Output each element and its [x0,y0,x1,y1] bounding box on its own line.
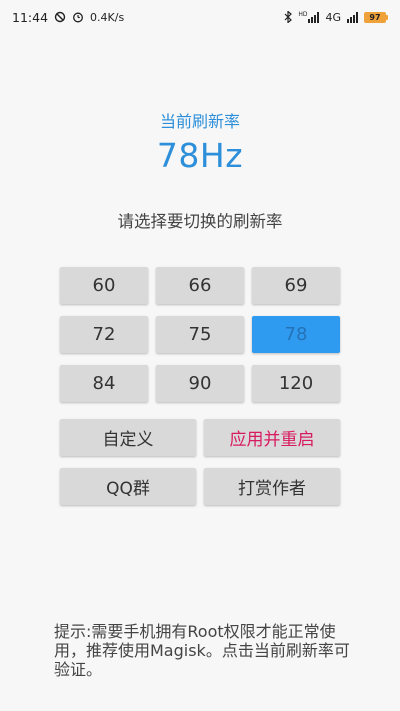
battery-icon: 97 [364,11,388,23]
donate-author-button[interactable]: 打赏作者 [204,468,340,505]
current-rate-value[interactable]: 78Hz [0,136,400,175]
net-speed: 0.4K/s [90,10,125,24]
qq-group-button[interactable]: QQ群 [60,468,196,505]
rate-button-90[interactable]: 90 [156,365,244,402]
current-rate-label: 当前刷新率 [159,112,240,131]
action-button-grid: 自定义 应用并重启 QQ群 打赏作者 [60,419,340,505]
custom-button[interactable]: 自定义 [60,419,196,456]
rate-button-69[interactable]: 69 [252,267,340,304]
network-type: 4G [325,10,341,24]
rate-button-75[interactable]: 75 [156,316,244,353]
tip-text: 提示:需要手机拥有Root权限才能正常使用，推荐使用Magisk。点击当前刷新率… [54,622,350,679]
rate-button-120[interactable]: 120 [252,365,340,402]
bluetooth-icon [284,11,293,23]
rate-button-66[interactable]: 66 [156,267,244,304]
clock-time: 11:44 [12,9,49,25]
status-bar: 11:44 0.4K/s HD 4G 97 [0,0,400,34]
hd-signal-icon: HD [298,11,320,23]
status-bar-left: 11:44 0.4K/s [12,10,124,25]
apply-restart-button[interactable]: 应用并重启 [204,419,340,456]
select-rate-prompt: 请选择要切换的刷新率 [117,212,283,231]
rate-button-84[interactable]: 84 [60,365,148,402]
rate-button-grid: 60 66 69 72 75 78 84 90 120 [60,267,340,402]
alarm-icon [72,11,84,23]
signal-icon [347,11,358,23]
rate-button-78-selected[interactable]: 78 [252,316,340,353]
rate-button-72[interactable]: 72 [60,316,148,353]
status-bar-right: HD 4G 97 [284,10,388,24]
rate-button-60[interactable]: 60 [60,267,148,304]
no-disturb-icon [54,11,66,23]
